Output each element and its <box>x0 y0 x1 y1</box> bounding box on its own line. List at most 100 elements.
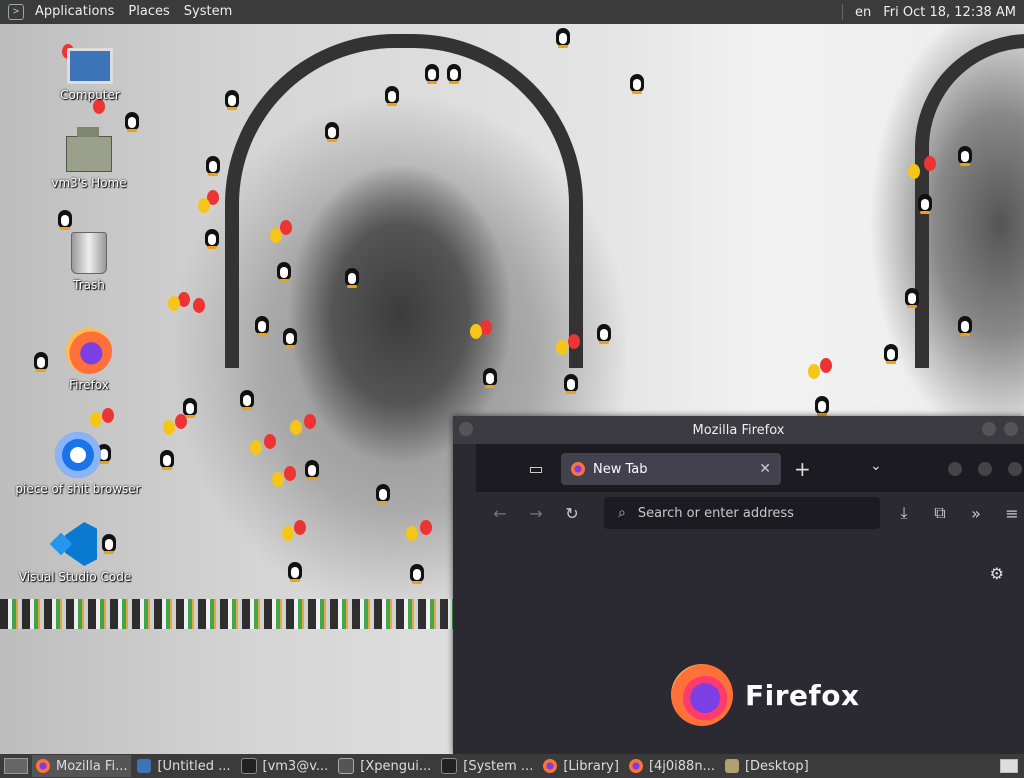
taskbar-item-label: [Library] <box>563 758 619 774</box>
minimize-button[interactable] <box>982 422 996 436</box>
search-icon: ⌕ <box>618 505 626 521</box>
firefox-icon <box>543 759 558 773</box>
maximize-button[interactable] <box>1004 422 1018 436</box>
balloon-decoration <box>470 324 482 339</box>
balloon-decoration <box>908 164 920 179</box>
balloon-decoration <box>284 466 296 481</box>
home-folder-icon <box>66 127 112 172</box>
taskbar-item-xpenguins[interactable]: [Xpengui... <box>334 755 435 777</box>
taskbar-item-firefox-2[interactable]: [4j0i88n... <box>625 755 719 777</box>
penguin-sprite <box>918 194 932 214</box>
taskbar-item-label: [Desktop] <box>744 758 809 774</box>
penguin-sprite <box>905 288 919 308</box>
computer-icon <box>67 48 113 84</box>
penguin-sprite <box>206 156 220 176</box>
trash-icon <box>71 232 107 274</box>
penguin-sprite <box>225 90 239 110</box>
hamburger-menu-icon[interactable]: ≡ <box>994 504 1024 523</box>
panel-right-area: en Fri Oct 18, 12:38 AM <box>836 4 1024 20</box>
penguin-sprite <box>288 562 302 582</box>
balloon-decoration <box>250 440 262 455</box>
tab-new-tab[interactable]: New Tab ✕ <box>561 453 781 485</box>
window-control-dot[interactable] <box>1008 462 1022 476</box>
desktop-icon-computer[interactable]: Computer <box>25 48 155 102</box>
penguin-sprite <box>425 64 439 84</box>
terminal-icon <box>240 758 257 774</box>
penguin-sprite <box>447 64 461 84</box>
extensions-puzzle-icon[interactable]: ⧉ <box>922 503 958 523</box>
window-titlebar[interactable]: Mozilla Firefox <box>453 416 1024 444</box>
places-menu[interactable]: Places <box>121 0 176 24</box>
balloon-decoration <box>304 414 316 429</box>
penguin-sprite <box>283 328 297 348</box>
desktop-icon-label: Visual Studio Code <box>18 570 132 584</box>
list-all-tabs-chevron-icon[interactable]: ⌄ <box>870 458 882 474</box>
settings-gear-icon[interactable]: ⚙ <box>990 564 1004 583</box>
taskbar-item-system[interactable]: [System ... <box>437 755 537 777</box>
toolbar-right: ⤓ ⧉ » ≡ <box>886 492 1024 534</box>
tab-bar: ▭ New Tab ✕ + ⌄ <box>476 444 1024 492</box>
penguin-sprite <box>277 262 291 282</box>
balloon-decoration <box>924 156 936 171</box>
window-icon <box>338 758 355 774</box>
taskbar-item-terminal[interactable]: [vm3@v... <box>237 755 333 777</box>
penguin-sprite <box>483 368 497 388</box>
penguin-sprite <box>385 86 399 106</box>
panel-separator <box>842 4 843 20</box>
window-control-dot[interactable] <box>948 462 962 476</box>
taskbar-item-library[interactable]: [Library] <box>539 755 623 777</box>
desktop-icon-firefox[interactable]: Firefox <box>24 328 154 392</box>
taskbar-item-desktop[interactable]: [Desktop] <box>721 755 813 777</box>
penguin-sprite <box>958 316 972 336</box>
applications-menu[interactable]: Applications <box>28 0 121 24</box>
download-icon[interactable]: ⤓ <box>886 503 922 523</box>
desktop-icon-label: Trash <box>73 278 105 292</box>
penguin-sprite <box>556 28 570 48</box>
keyboard-layout-indicator[interactable]: en <box>849 5 883 20</box>
new-tab-plus-icon[interactable]: + <box>794 457 811 481</box>
system-menu[interactable]: System <box>177 0 239 24</box>
desktop-icon-chrome[interactable]: piece of shit browser <box>13 432 143 496</box>
penguin-sprite <box>884 344 898 364</box>
desktop-icon-trash[interactable]: Trash <box>24 232 154 292</box>
workspace-switcher[interactable] <box>1000 759 1018 773</box>
penguin-sprite <box>958 146 972 166</box>
balloon-decoration <box>282 526 294 541</box>
penguin-sprite <box>125 112 139 132</box>
close-tab-icon[interactable]: ✕ <box>759 461 771 477</box>
balloon-decoration <box>420 520 432 535</box>
balloon-decoration <box>270 228 282 243</box>
taskbar-item-untitled[interactable]: [Untitled ... <box>133 755 234 777</box>
penguin-sprite <box>564 374 578 394</box>
desktop-icon-vscode[interactable]: Visual Studio Code <box>10 522 140 584</box>
document-icon <box>137 759 152 773</box>
forward-arrow-icon[interactable]: → <box>518 504 554 523</box>
url-bar[interactable]: ⌕ <box>604 497 880 529</box>
panel-clock[interactable]: Fri Oct 18, 12:38 AM <box>883 5 1024 20</box>
balloon-decoration <box>556 340 568 355</box>
balloon-decoration <box>820 358 832 373</box>
new-tab-page: ⚙ Firefox <box>476 534 1024 754</box>
penguin-sprite <box>345 268 359 288</box>
desktop-icon-home[interactable]: vm3's Home <box>24 127 154 190</box>
firefox-window[interactable]: Mozilla Firefox ▭ New Tab ✕ + ⌄ ← → ↻ ⌕ <box>453 416 1024 754</box>
overflow-chevron-icon[interactable]: » <box>958 504 994 523</box>
window-control-dot[interactable] <box>978 462 992 476</box>
window-menu-button[interactable] <box>459 422 473 436</box>
balloon-decoration <box>808 364 820 379</box>
balloon-decoration <box>175 414 187 429</box>
penguin-sprite <box>255 316 269 336</box>
show-desktop-icon[interactable] <box>4 758 28 774</box>
taskbar-item-firefox[interactable]: Mozilla Fi... <box>32 755 132 777</box>
reload-icon[interactable]: ↻ <box>554 504 590 523</box>
balloon-decoration <box>193 298 205 313</box>
desktop-icon-label: vm3's Home <box>51 176 127 190</box>
address-input[interactable] <box>635 504 860 522</box>
firefox-view-icon[interactable]: ▭ <box>521 459 551 478</box>
penguin-sprite <box>410 564 424 584</box>
taskbar-item-label: [System ... <box>463 758 534 774</box>
balloon-decoration <box>90 412 102 427</box>
system-logo-icon[interactable]: > <box>8 4 24 20</box>
top-panel: > Applications Places System en Fri Oct … <box>0 0 1024 24</box>
back-arrow-icon[interactable]: ← <box>482 504 518 523</box>
